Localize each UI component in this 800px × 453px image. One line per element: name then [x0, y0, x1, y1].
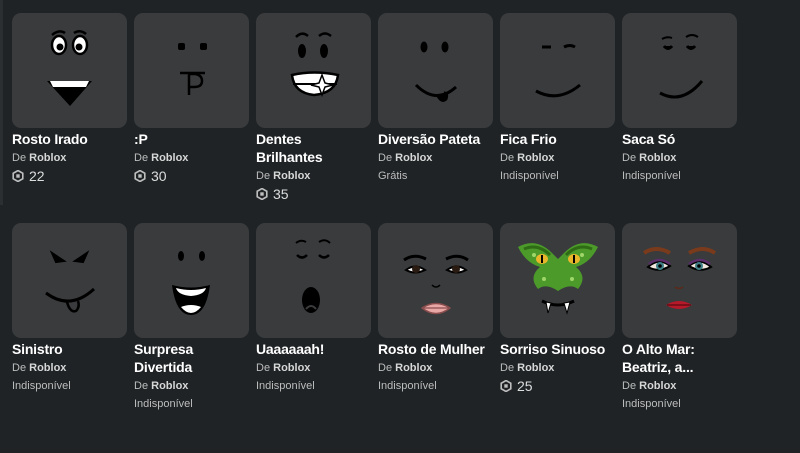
- item-thumbnail[interactable]: [256, 13, 371, 128]
- catalog-item-card[interactable]: O Alto Mar: Beatriz, a... De Roblox Indi…: [622, 223, 737, 411]
- item-thumbnail[interactable]: [622, 223, 737, 338]
- item-price: Indisponível: [622, 398, 681, 410]
- catalog-item-card[interactable]: Diversão Pateta De Roblox Grátis: [378, 13, 493, 201]
- tongue-out-face-icon: [178, 43, 207, 95]
- item-creator: De Roblox: [622, 152, 677, 164]
- shiny-teeth-face-icon: [290, 32, 340, 98]
- item-name[interactable]: Sorriso Sinuoso: [500, 340, 615, 358]
- item-creator: De Roblox: [622, 380, 677, 392]
- sinister-face-icon: [45, 250, 96, 313]
- item-price: Indisponível: [378, 380, 437, 392]
- angry-face-icon: [47, 30, 92, 106]
- snake-smile-face-icon: [518, 243, 598, 315]
- item-name[interactable]: Dentes Brilhantes: [256, 130, 371, 166]
- item-creator: De Roblox: [12, 362, 67, 374]
- creator-link[interactable]: Roblox: [639, 152, 676, 164]
- chill-face-icon: [535, 44, 581, 98]
- item-thumbnail[interactable]: [378, 223, 493, 338]
- creator-link[interactable]: Roblox: [151, 380, 188, 392]
- item-name[interactable]: Rosto Irado: [12, 130, 127, 148]
- robux-icon: [134, 170, 146, 182]
- creator-link[interactable]: Roblox: [151, 152, 188, 164]
- item-price: Indisponível: [500, 170, 559, 182]
- item-name[interactable]: O Alto Mar: Beatriz, a...: [622, 340, 737, 376]
- creator-link[interactable]: Roblox: [29, 362, 66, 374]
- item-thumbnail[interactable]: [500, 223, 615, 338]
- robux-icon: [12, 170, 24, 182]
- item-creator: De Roblox: [500, 152, 555, 164]
- item-creator: De Roblox: [134, 152, 189, 164]
- fun-surprise-face-icon: [172, 251, 210, 315]
- left-panel-edge: [0, 0, 3, 205]
- creator-link[interactable]: Roblox: [395, 152, 432, 164]
- item-name[interactable]: Saca Só: [622, 130, 737, 148]
- item-name[interactable]: Fica Frio: [500, 130, 615, 148]
- catalog-item-card[interactable]: Fica Frio De Roblox Indisponível: [500, 13, 615, 201]
- robux-icon: [500, 380, 512, 392]
- item-thumbnail[interactable]: [134, 13, 249, 128]
- creator-link[interactable]: Roblox: [395, 362, 432, 374]
- creator-link[interactable]: Roblox: [273, 170, 310, 182]
- item-price: 25: [500, 379, 615, 393]
- item-thumbnail[interactable]: [134, 223, 249, 338]
- catalog-item-card[interactable]: Dentes Brilhantes De Roblox 35: [256, 13, 371, 201]
- catalog-item-card[interactable]: Rosto Irado De Roblox 22: [12, 13, 127, 201]
- catalog-item-card[interactable]: Surpresa Divertida De Roblox Indisponíve…: [134, 223, 249, 411]
- item-price: Grátis: [378, 170, 408, 182]
- item-price: Indisponível: [134, 398, 193, 410]
- item-price: 30: [134, 169, 249, 183]
- item-name[interactable]: Rosto de Mulher: [378, 340, 493, 358]
- item-price: Indisponível: [622, 170, 681, 182]
- item-price: 35: [256, 187, 371, 201]
- item-name[interactable]: Surpresa Divertida: [134, 340, 249, 376]
- item-creator: De Roblox: [256, 170, 311, 182]
- catalog-grid: Rosto Irado De Roblox 22 :P De Roblox 30…: [12, 13, 792, 411]
- catalog-item-card[interactable]: Sinistro De Roblox Indisponível: [12, 223, 127, 411]
- item-thumbnail[interactable]: [378, 13, 493, 128]
- catalog-row: Sinistro De Roblox Indisponível Surpresa…: [12, 223, 792, 411]
- yawn-face-icon: [295, 239, 331, 313]
- creator-link[interactable]: Roblox: [639, 380, 676, 392]
- item-creator: De Roblox: [378, 362, 433, 374]
- check-it-face-icon: [659, 34, 704, 99]
- high-seas-beatrix-face-icon: [642, 247, 717, 309]
- catalog-item-card[interactable]: Uaaaaaah! De Roblox Indisponível: [256, 223, 371, 411]
- catalog-item-card[interactable]: :P De Roblox 30: [134, 13, 249, 201]
- creator-link[interactable]: Roblox: [273, 362, 310, 374]
- woman-face-icon: [403, 254, 469, 315]
- item-creator: De Roblox: [378, 152, 433, 164]
- item-creator: De Roblox: [256, 362, 311, 374]
- item-thumbnail[interactable]: [622, 13, 737, 128]
- item-thumbnail[interactable]: [500, 13, 615, 128]
- item-price: 22: [12, 169, 127, 183]
- item-name[interactable]: :P: [134, 130, 249, 148]
- creator-link[interactable]: Roblox: [29, 152, 66, 164]
- item-price: Indisponível: [12, 380, 71, 392]
- item-name[interactable]: Sinistro: [12, 340, 127, 358]
- item-thumbnail[interactable]: [12, 13, 127, 128]
- catalog-item-card[interactable]: Rosto de Mulher De Roblox Indisponível: [378, 223, 493, 411]
- item-creator: De Roblox: [134, 380, 189, 392]
- item-creator: De Roblox: [12, 152, 67, 164]
- item-name[interactable]: Diversão Pateta: [378, 130, 493, 148]
- catalog-item-card[interactable]: Sorriso Sinuoso De Roblox 25: [500, 223, 615, 411]
- catalog-item-card[interactable]: Saca Só De Roblox Indisponível: [622, 13, 737, 201]
- item-thumbnail[interactable]: [12, 223, 127, 338]
- item-price: Indisponível: [256, 380, 315, 392]
- item-creator: De Roblox: [500, 362, 555, 374]
- catalog-row: Rosto Irado De Roblox 22 :P De Roblox 30…: [12, 13, 792, 201]
- goofy-face-icon: [414, 41, 458, 102]
- item-thumbnail[interactable]: [256, 223, 371, 338]
- robux-icon: [256, 188, 268, 200]
- creator-link[interactable]: Roblox: [517, 152, 554, 164]
- creator-link[interactable]: Roblox: [517, 362, 554, 374]
- item-name[interactable]: Uaaaaaah!: [256, 340, 371, 358]
